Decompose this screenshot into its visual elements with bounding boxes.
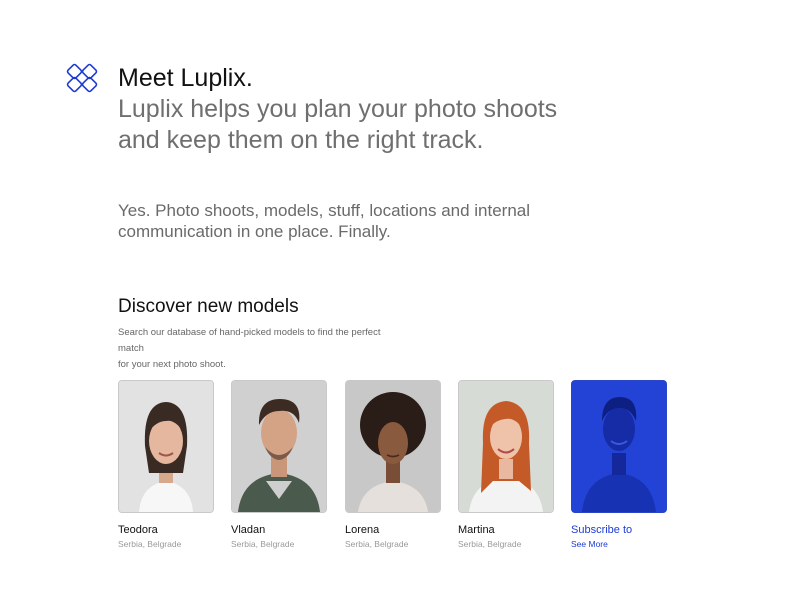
luplix-logo-icon (66, 63, 98, 93)
subscribe-portrait-image (572, 381, 666, 512)
model-portrait-image (459, 381, 553, 512)
landing-page: Meet Luplix. Luplix helps you plan your … (0, 0, 800, 600)
hero-title: Meet Luplix. (118, 64, 253, 92)
model-portrait-image (232, 381, 326, 512)
model-list: Teodora Serbia, Belgrade Vladan Serbia, … (118, 380, 678, 560)
intro-line-2: communication in one place. Finally. (118, 222, 391, 241)
model-photo[interactable] (118, 380, 214, 513)
model-location: Serbia, Belgrade (118, 539, 182, 549)
hero-subtitle: Luplix helps you plan your photo shoots … (118, 94, 678, 156)
discover-desc-line-2: for your next photo shoot. (118, 359, 226, 370)
model-name[interactable]: Lorena (345, 523, 441, 537)
model-location: Serbia, Belgrade (231, 539, 295, 549)
hero-subtitle-line-1: Luplix helps you plan your photo shoots (118, 95, 558, 123)
intro-text: Yes. Photo shoots, models, stuff, locati… (118, 200, 588, 242)
hero-subtitle-line-2: and keep them on the right track. (118, 126, 484, 154)
model-name[interactable]: Martina (458, 523, 554, 537)
model-portrait-image (119, 381, 213, 512)
subscribe-photo[interactable] (571, 380, 667, 513)
model-location: Serbia, Belgrade (345, 539, 409, 549)
subscribe-card[interactable]: Subscribe to See More (571, 380, 667, 550)
subscribe-label[interactable]: Subscribe to (571, 523, 667, 537)
model-card-martina[interactable]: Martina Serbia, Belgrade (458, 380, 554, 550)
model-card-lorena[interactable]: Lorena Serbia, Belgrade (345, 380, 441, 550)
model-name[interactable]: Teodora (118, 523, 214, 537)
model-name[interactable]: Vladan (231, 523, 327, 537)
model-location: Serbia, Belgrade (458, 539, 522, 549)
model-photo[interactable] (231, 380, 327, 513)
model-card-teodora[interactable]: Teodora Serbia, Belgrade (118, 380, 214, 550)
discover-description: Search our database of hand-picked model… (118, 325, 403, 373)
model-photo[interactable] (345, 380, 441, 513)
discover-title: Discover new models (118, 296, 299, 317)
model-portrait-image (346, 381, 440, 512)
hero: Meet Luplix. Luplix helps you plan your … (118, 62, 678, 156)
discover-desc-line-1: Search our database of hand-picked model… (118, 327, 381, 354)
model-photo[interactable] (458, 380, 554, 513)
see-more-link[interactable]: See More (571, 538, 667, 550)
intro-line-1: Yes. Photo shoots, models, stuff, locati… (118, 201, 531, 220)
model-card-vladan[interactable]: Vladan Serbia, Belgrade (231, 380, 327, 550)
